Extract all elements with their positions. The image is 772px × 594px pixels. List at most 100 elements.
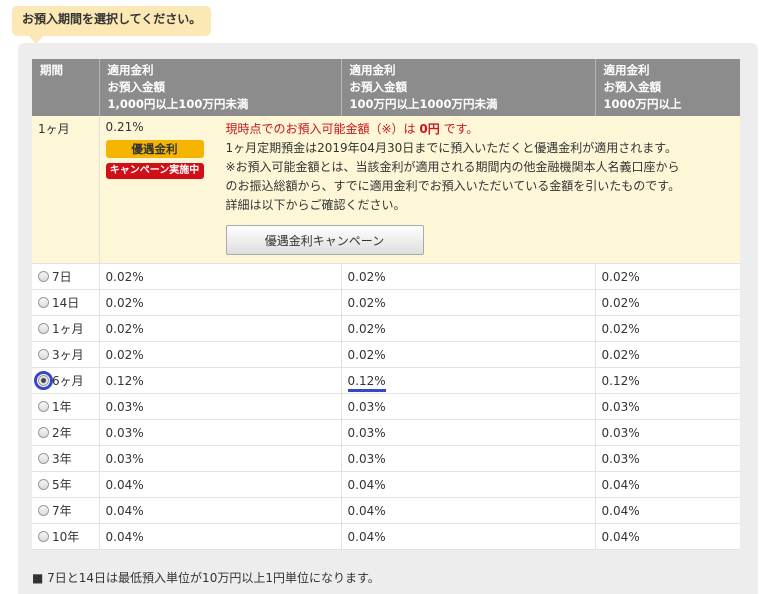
period-cell[interactable]: 6ヶ月 [32, 367, 100, 394]
table-row[interactable]: 1ヶ月 0.02% 0.02% 0.02% [32, 315, 740, 342]
footnote: ■ 7日と14日は最低預入単位が10万円以上1円単位になります。 [32, 571, 380, 585]
rate-cell: 0.04% [99, 497, 342, 524]
rate-cell: 0.04% [99, 523, 342, 550]
rate-cell: 0.03% [99, 419, 342, 446]
campaign-badge: キャンペーン実施中 [105, 163, 204, 179]
rate-cell: 0.03% [341, 393, 596, 420]
special-period: 1ヶ月 [32, 116, 100, 264]
period-label: 1ヶ月 [52, 322, 84, 336]
rate-value: 0.04% [601, 477, 640, 492]
period-cell[interactable]: 7年 [32, 497, 100, 524]
rate-value: 0.12% [601, 373, 640, 388]
period-cell[interactable]: 5年 [32, 471, 100, 498]
rate-value: 0.02% [105, 295, 144, 310]
available-amount: 0円 [419, 122, 440, 136]
period-radio[interactable] [38, 323, 49, 334]
period-radio[interactable] [38, 297, 49, 308]
period-cell[interactable]: 3ヶ月 [32, 341, 100, 368]
rate-cell: 0.02% [341, 263, 596, 290]
period-radio[interactable] [38, 271, 49, 282]
rate-value: 0.04% [601, 529, 640, 544]
rate-value: 0.02% [105, 269, 144, 284]
rate-cell: 0.02% [341, 341, 596, 368]
period-cell[interactable]: 2年 [32, 419, 100, 446]
rate-value: 0.02% [347, 295, 386, 310]
rate-value: 0.12% [105, 373, 144, 388]
table-row[interactable]: 7年 0.04% 0.04% 0.04% [32, 497, 740, 524]
rate-value: 0.02% [601, 269, 640, 284]
special-offer-row: 1ヶ月 0.21% 優遇金利 キャンペーン実施中 現時点でのお預入可能金額（※）… [32, 116, 740, 264]
preferential-rate-badge: 優遇金利 [105, 140, 204, 158]
table-row[interactable]: 5年 0.04% 0.04% 0.04% [32, 471, 740, 498]
rate-cell: 0.12% [595, 367, 740, 394]
rate-value: 0.03% [105, 451, 144, 466]
section-heading-text: お預入期間を選択してください。 [22, 12, 202, 26]
period-cell[interactable]: 1ヶ月 [32, 315, 100, 342]
special-notice: 現時点でのお預入可能金額（※）は 0円 です。 1ヶ月定期預金は2019年04月… [225, 120, 681, 255]
period-radio[interactable] [34, 371, 53, 390]
rate-value: 0.02% [601, 347, 640, 362]
rate-value: 0.03% [347, 425, 386, 440]
period-radio[interactable] [38, 401, 49, 412]
rate-value: 0.12% [347, 373, 386, 392]
rate-cell: 0.03% [595, 419, 740, 446]
rate-cell: 0.02% [99, 263, 342, 290]
rate-value: 0.04% [347, 529, 386, 544]
period-cell[interactable]: 14日 [32, 289, 100, 316]
rate-cell: 0.02% [99, 289, 342, 316]
period-label: 1年 [52, 400, 72, 414]
period-label: 10年 [52, 530, 80, 544]
rate-cell: 0.03% [341, 419, 596, 446]
rate-value: 0.02% [601, 321, 640, 336]
period-radio[interactable] [38, 427, 49, 438]
rate-cell: 0.02% [341, 289, 596, 316]
period-radio[interactable] [38, 349, 49, 360]
table-row[interactable]: 7日 0.02% 0.02% 0.02% [32, 263, 740, 290]
rate-value: 0.03% [105, 425, 144, 440]
table-row[interactable]: 2年 0.03% 0.03% 0.03% [32, 419, 740, 446]
rate-value: 0.03% [105, 399, 144, 414]
period-radio[interactable] [38, 505, 49, 516]
table-row[interactable]: 14日 0.02% 0.02% 0.02% [32, 289, 740, 316]
period-cell[interactable]: 1年 [32, 393, 100, 420]
section-heading: お預入期間を選択してください。 [12, 6, 212, 44]
header-period: 期間 [32, 59, 100, 116]
preferential-rate-campaign-button[interactable]: 優遇金利キャンペーン [225, 225, 424, 255]
period-radio[interactable] [38, 453, 49, 464]
period-cell[interactable]: 10年 [32, 523, 100, 550]
table-row[interactable]: 1年 0.03% 0.03% 0.03% [32, 393, 740, 420]
rate-table: 期間 適用金利 お預入金額 1,000円以上100万円未満 適用金利 お預入金額 100… [32, 59, 740, 550]
period-radio[interactable] [38, 479, 49, 490]
rate-cell: 0.03% [341, 445, 596, 472]
rate-cell: 0.03% [595, 393, 740, 420]
rate-value: 0.04% [347, 503, 386, 518]
rate-cell: 0.12% [99, 367, 342, 394]
header-rate-tier-2: 適用金利 お預入金額 100万円以上1000万円未満 [341, 59, 596, 116]
rate-cell: 0.03% [595, 445, 740, 472]
rate-cell: 0.04% [99, 471, 342, 498]
rate-value: 0.03% [347, 451, 386, 466]
period-radio[interactable] [38, 531, 49, 542]
table-row[interactable]: 3年 0.03% 0.03% 0.03% [32, 445, 740, 472]
period-label: 6ヶ月 [52, 374, 84, 388]
table-row[interactable]: 6ヶ月 0.12% 0.12% 0.12% [32, 367, 740, 394]
notice-line: のお振込総額から、すでに適用金利でお預入いただいている金額を引いたものです。 [225, 179, 681, 193]
period-label: 14日 [52, 296, 80, 310]
rate-value: 0.02% [347, 321, 386, 336]
notice-line: 詳細は以下からご確認ください。 [225, 198, 406, 212]
rate-value: 0.03% [601, 451, 640, 466]
period-cell[interactable]: 3年 [32, 445, 100, 472]
rate-cell: 0.12% [341, 367, 596, 394]
rate-cell: 0.02% [99, 315, 342, 342]
rate-cell: 0.02% [341, 315, 596, 342]
rate-value: 0.04% [105, 503, 144, 518]
available-amount-line: 現時点でのお預入可能金額（※）は 0円 です。 [225, 122, 479, 136]
rate-cell: 0.04% [595, 497, 740, 524]
period-label: 5年 [52, 478, 72, 492]
table-row[interactable]: 3ヶ月 0.02% 0.02% 0.02% [32, 341, 740, 368]
period-label: 3年 [52, 452, 72, 466]
period-cell[interactable]: 7日 [32, 263, 100, 290]
table-row[interactable]: 10年 0.04% 0.04% 0.04% [32, 523, 740, 550]
header-rate-tier-3: 適用金利 お預入金額 1000万円以上 [595, 59, 740, 116]
rate-cell: 0.02% [595, 315, 740, 342]
